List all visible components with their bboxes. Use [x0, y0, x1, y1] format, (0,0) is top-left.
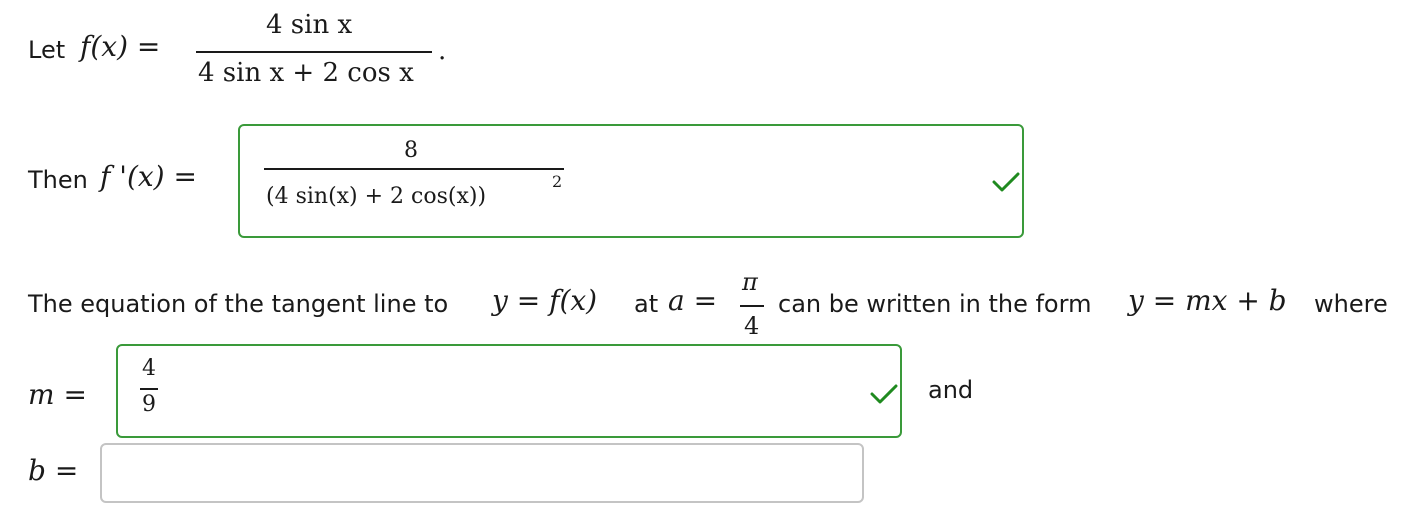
- tangent-eq: y = f(x): [492, 284, 598, 317]
- b-answer-input[interactable]: [100, 443, 864, 503]
- tangent-a-den: 4: [744, 312, 760, 340]
- b-label: b =: [28, 454, 79, 487]
- tangent-part1: The equation of the tangent line to: [28, 290, 449, 318]
- f-denominator: 4 sin x + 2 cos x: [198, 58, 414, 88]
- tangent-a-num: π: [742, 268, 758, 296]
- tangent-part2: can be written in the form: [778, 290, 1092, 318]
- deriv-denominator: (4 sin(x) + 2 cos(x)): [266, 184, 487, 209]
- m-label: m =: [28, 378, 87, 411]
- checkmark-icon: [992, 172, 1020, 192]
- deriv-lhs: f '(x) =: [100, 160, 197, 193]
- then-label: Then: [28, 166, 88, 194]
- m-fraction-bar: [140, 388, 158, 390]
- tangent-where: where: [1314, 290, 1388, 318]
- deriv-fraction-bar: [264, 168, 564, 170]
- tangent-form: y = mx + b: [1128, 284, 1287, 317]
- f-end-punct: .: [438, 36, 447, 66]
- let-label: Let: [28, 36, 66, 64]
- derivative-answer-box[interactable]: 8 (4 sin(x) + 2 cos(x)) 2: [238, 124, 1024, 238]
- m-numerator: 4: [142, 356, 156, 381]
- f-numerator: 4 sin x: [266, 10, 353, 40]
- tangent-at: at: [634, 290, 659, 318]
- deriv-numerator: 8: [404, 138, 418, 163]
- checkmark-icon: [870, 384, 898, 404]
- m-answer-box[interactable]: 4 9: [116, 344, 902, 438]
- and-label: and: [928, 376, 974, 404]
- m-denominator: 9: [142, 392, 156, 417]
- deriv-exponent: 2: [552, 172, 563, 191]
- f-lhs: f(x) =: [80, 30, 161, 63]
- tangent-a-fraction-bar: [740, 305, 764, 307]
- f-fraction-bar: [196, 51, 432, 53]
- tangent-a-eq: a =: [668, 284, 718, 317]
